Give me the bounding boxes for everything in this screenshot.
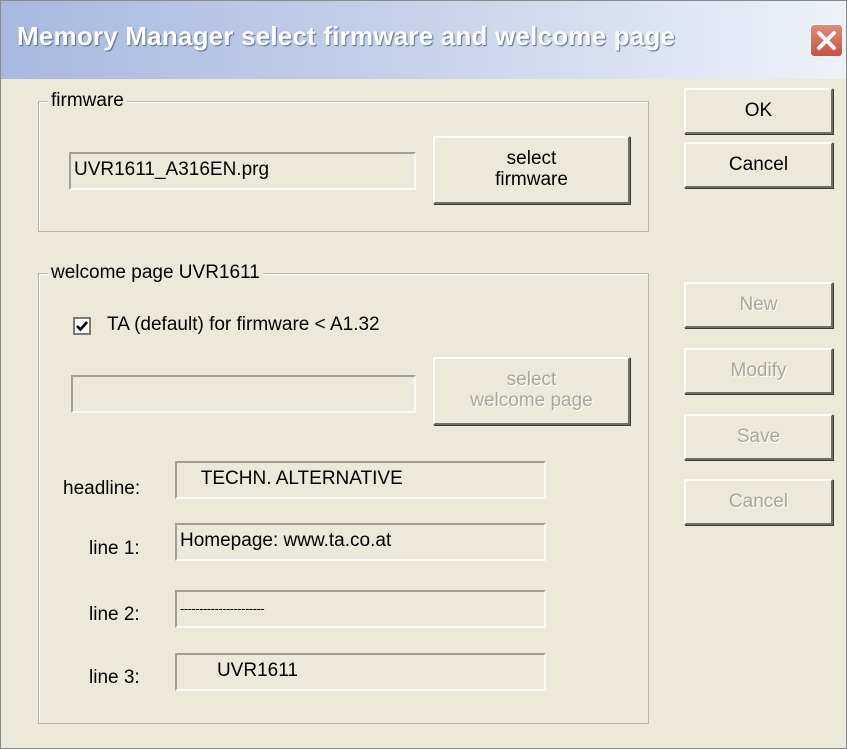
line3-label: line 3: — [89, 667, 140, 688]
window-title: Memory Manager select firmware and welco… — [17, 21, 676, 51]
modify-button: Modify — [684, 348, 833, 394]
ta-default-checkbox[interactable] — [73, 317, 91, 335]
close-x-icon — [817, 31, 836, 50]
select-firmware-button[interactable]: select firmware — [433, 136, 630, 204]
save-button: Save — [684, 414, 833, 460]
title-bar[interactable]: Memory Manager select firmware and welco… — [1, 1, 846, 79]
select-welcome-page-label-1: select — [506, 369, 557, 391]
memory-manager-dialog: Memory Manager select firmware and welco… — [0, 0, 847, 749]
select-welcome-page-button: select welcome page — [433, 357, 630, 425]
line1-field[interactable]: Homepage: www.ta.co.at — [175, 523, 546, 561]
select-welcome-page-label-2: welcome page — [470, 390, 593, 411]
firmware-group-label: firmware — [48, 90, 127, 112]
firmware-file-field[interactable]: UVR1611_A316EN.prg — [69, 152, 416, 190]
ok-button[interactable]: OK — [684, 88, 833, 134]
ta-default-checkbox-label[interactable]: TA (default) for firmware < A1.32 — [107, 314, 380, 336]
cancel-secondary-button: Cancel — [684, 479, 833, 525]
cancel-button[interactable]: Cancel — [684, 142, 833, 188]
close-button[interactable] — [810, 24, 843, 57]
welcome-page-group-label: welcome page UVR1611 — [48, 262, 263, 284]
welcome-page-file-field — [71, 375, 416, 413]
line2-field[interactable]: ---------------------- — [175, 590, 546, 628]
new-button: New — [684, 282, 833, 328]
line2-label: line 2: — [89, 604, 140, 625]
line3-field[interactable]: UVR1611 — [175, 653, 546, 691]
line1-label: line 1: — [89, 538, 140, 559]
select-firmware-label-2: firmware — [495, 169, 568, 190]
select-firmware-label-1: select — [506, 148, 557, 170]
headline-field[interactable]: TECHN. ALTERNATIVE — [175, 461, 546, 499]
headline-label: headline: — [63, 478, 141, 499]
checkmark-icon — [76, 321, 88, 332]
